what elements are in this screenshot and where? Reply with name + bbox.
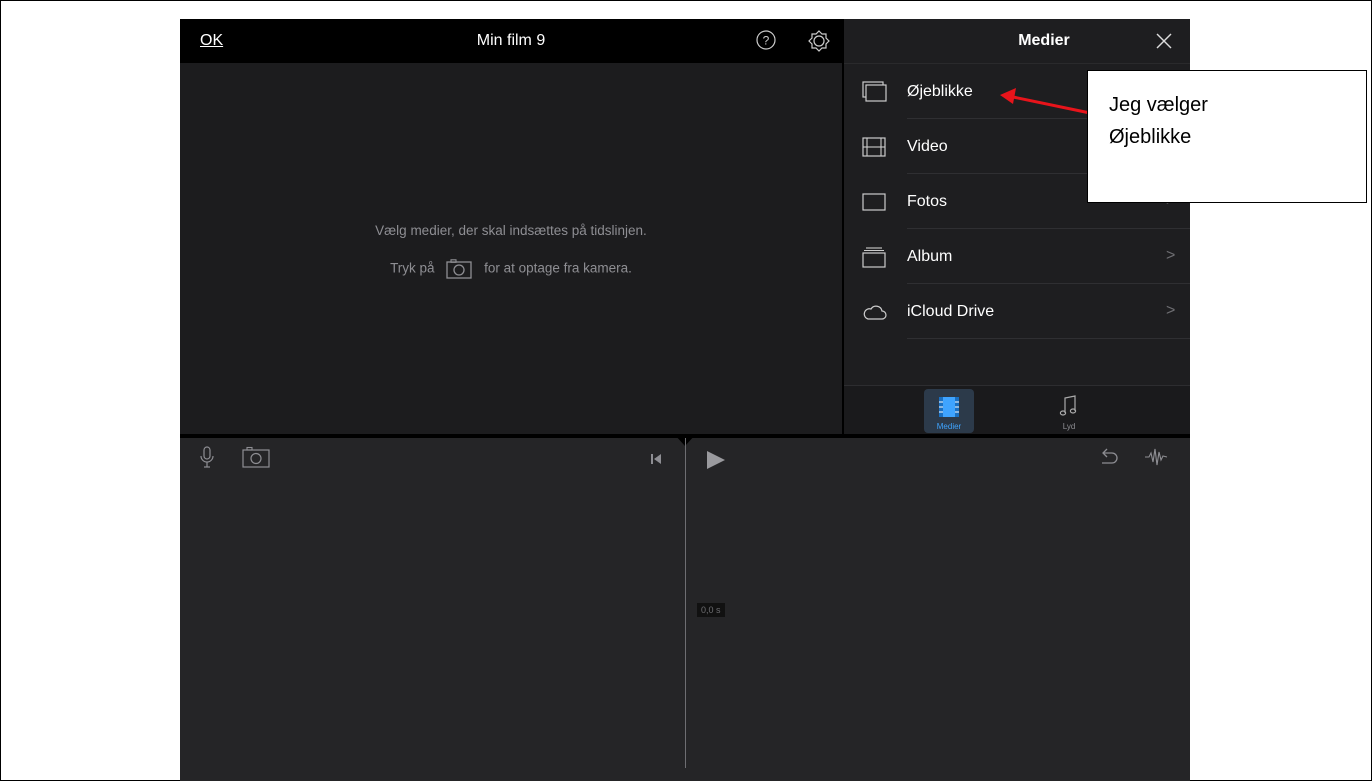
- callout-text: Jeg vælger Øjeblikke: [1109, 89, 1349, 153]
- callout-line2: Øjeblikke: [1109, 126, 1192, 148]
- callout-line1: Jeg vælger: [1109, 94, 1208, 116]
- callout-box: Jeg vælger Øjeblikke: [1087, 70, 1367, 203]
